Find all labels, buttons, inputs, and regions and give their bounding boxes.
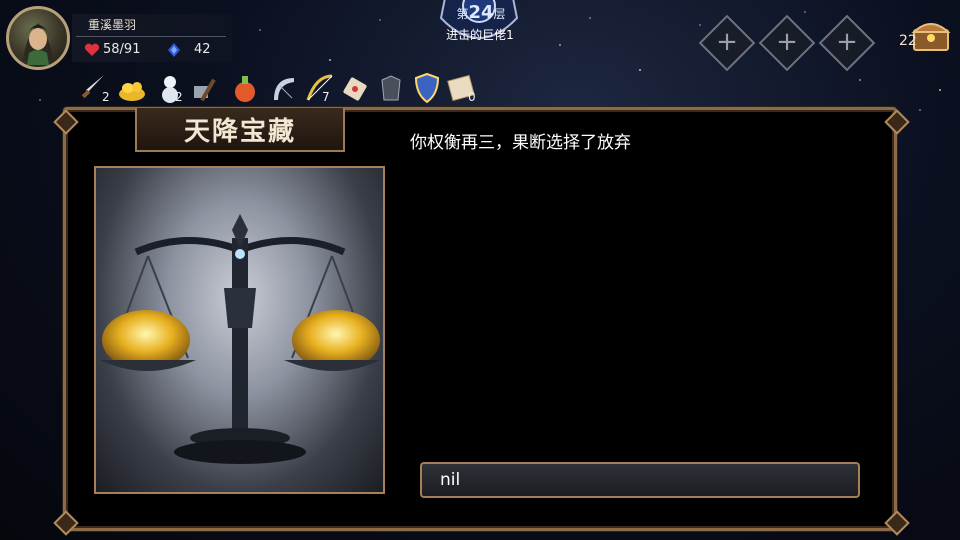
event-title: 天降宝藏: [183, 117, 296, 147]
mana-icon: [168, 43, 180, 57]
plus-icon: +: [836, 27, 858, 57]
potion-icon: [235, 76, 255, 102]
choice-label: nil: [440, 470, 461, 490]
inventory-item-hammer[interactable]: [190, 72, 222, 108]
inventory-item-shield[interactable]: [412, 72, 442, 108]
player-name: 重溪墨羽: [88, 18, 137, 32]
hp-value: 58/91: [103, 42, 141, 57]
character-portrait-icon: [23, 23, 53, 65]
item-count: 0: [468, 90, 476, 104]
heart-icon: [84, 43, 100, 56]
floor-number: 第24层: [456, 2, 506, 23]
status-divider: [76, 36, 226, 37]
inventory-item-harp[interactable]: [268, 72, 300, 108]
scroll-icon: [343, 77, 367, 101]
player-avatar[interactable]: [6, 6, 70, 70]
chest-count: 22: [899, 33, 917, 49]
balance-scale-icon: [100, 214, 380, 464]
event-illustration: [94, 166, 385, 494]
floor-name: 进击的巨佬1: [446, 28, 514, 42]
inventory-bar: 2 2 7 0: [78, 72, 488, 108]
hammer-icon: [194, 78, 216, 102]
inventory-item-potion[interactable]: [230, 72, 260, 108]
inventory-item-armor[interactable]: [376, 72, 406, 108]
inventory-item-scroll[interactable]: [340, 72, 370, 108]
plus-icon: +: [776, 27, 798, 57]
harp-icon: [274, 78, 294, 100]
item-count: 2: [102, 90, 110, 104]
shield-icon: [414, 72, 440, 104]
plus-icon: +: [716, 27, 738, 57]
armor-icon: [381, 75, 401, 101]
inventory-item-gold[interactable]: [116, 72, 148, 108]
mana-value: 42: [194, 42, 211, 57]
gold-pile-icon: [119, 82, 145, 101]
event-description: 你权衡再三，果断选择了放弃: [410, 133, 631, 153]
item-count: 2: [175, 90, 183, 104]
choice-button[interactable]: [420, 462, 860, 498]
item-count: 7: [322, 90, 330, 104]
